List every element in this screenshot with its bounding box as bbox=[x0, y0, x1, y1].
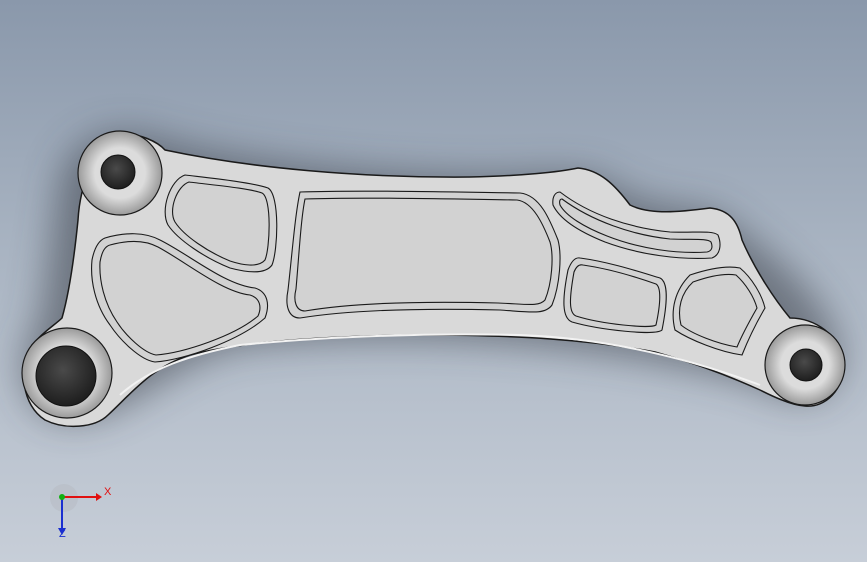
x-axis-arrow bbox=[96, 493, 102, 501]
model-viewport[interactable]: X Z bbox=[0, 0, 867, 562]
bottom-left-hole[interactable] bbox=[35, 345, 97, 407]
y-axis-dot bbox=[59, 494, 65, 500]
bracket-part[interactable] bbox=[0, 0, 867, 562]
top-left-hole[interactable] bbox=[100, 154, 136, 190]
coordinate-triad: X Z bbox=[40, 480, 120, 550]
z-axis-label: Z bbox=[59, 528, 66, 540]
x-axis-label: X bbox=[104, 486, 112, 498]
right-hole[interactable] bbox=[789, 348, 823, 382]
pocket-center[interactable] bbox=[286, 190, 561, 319]
